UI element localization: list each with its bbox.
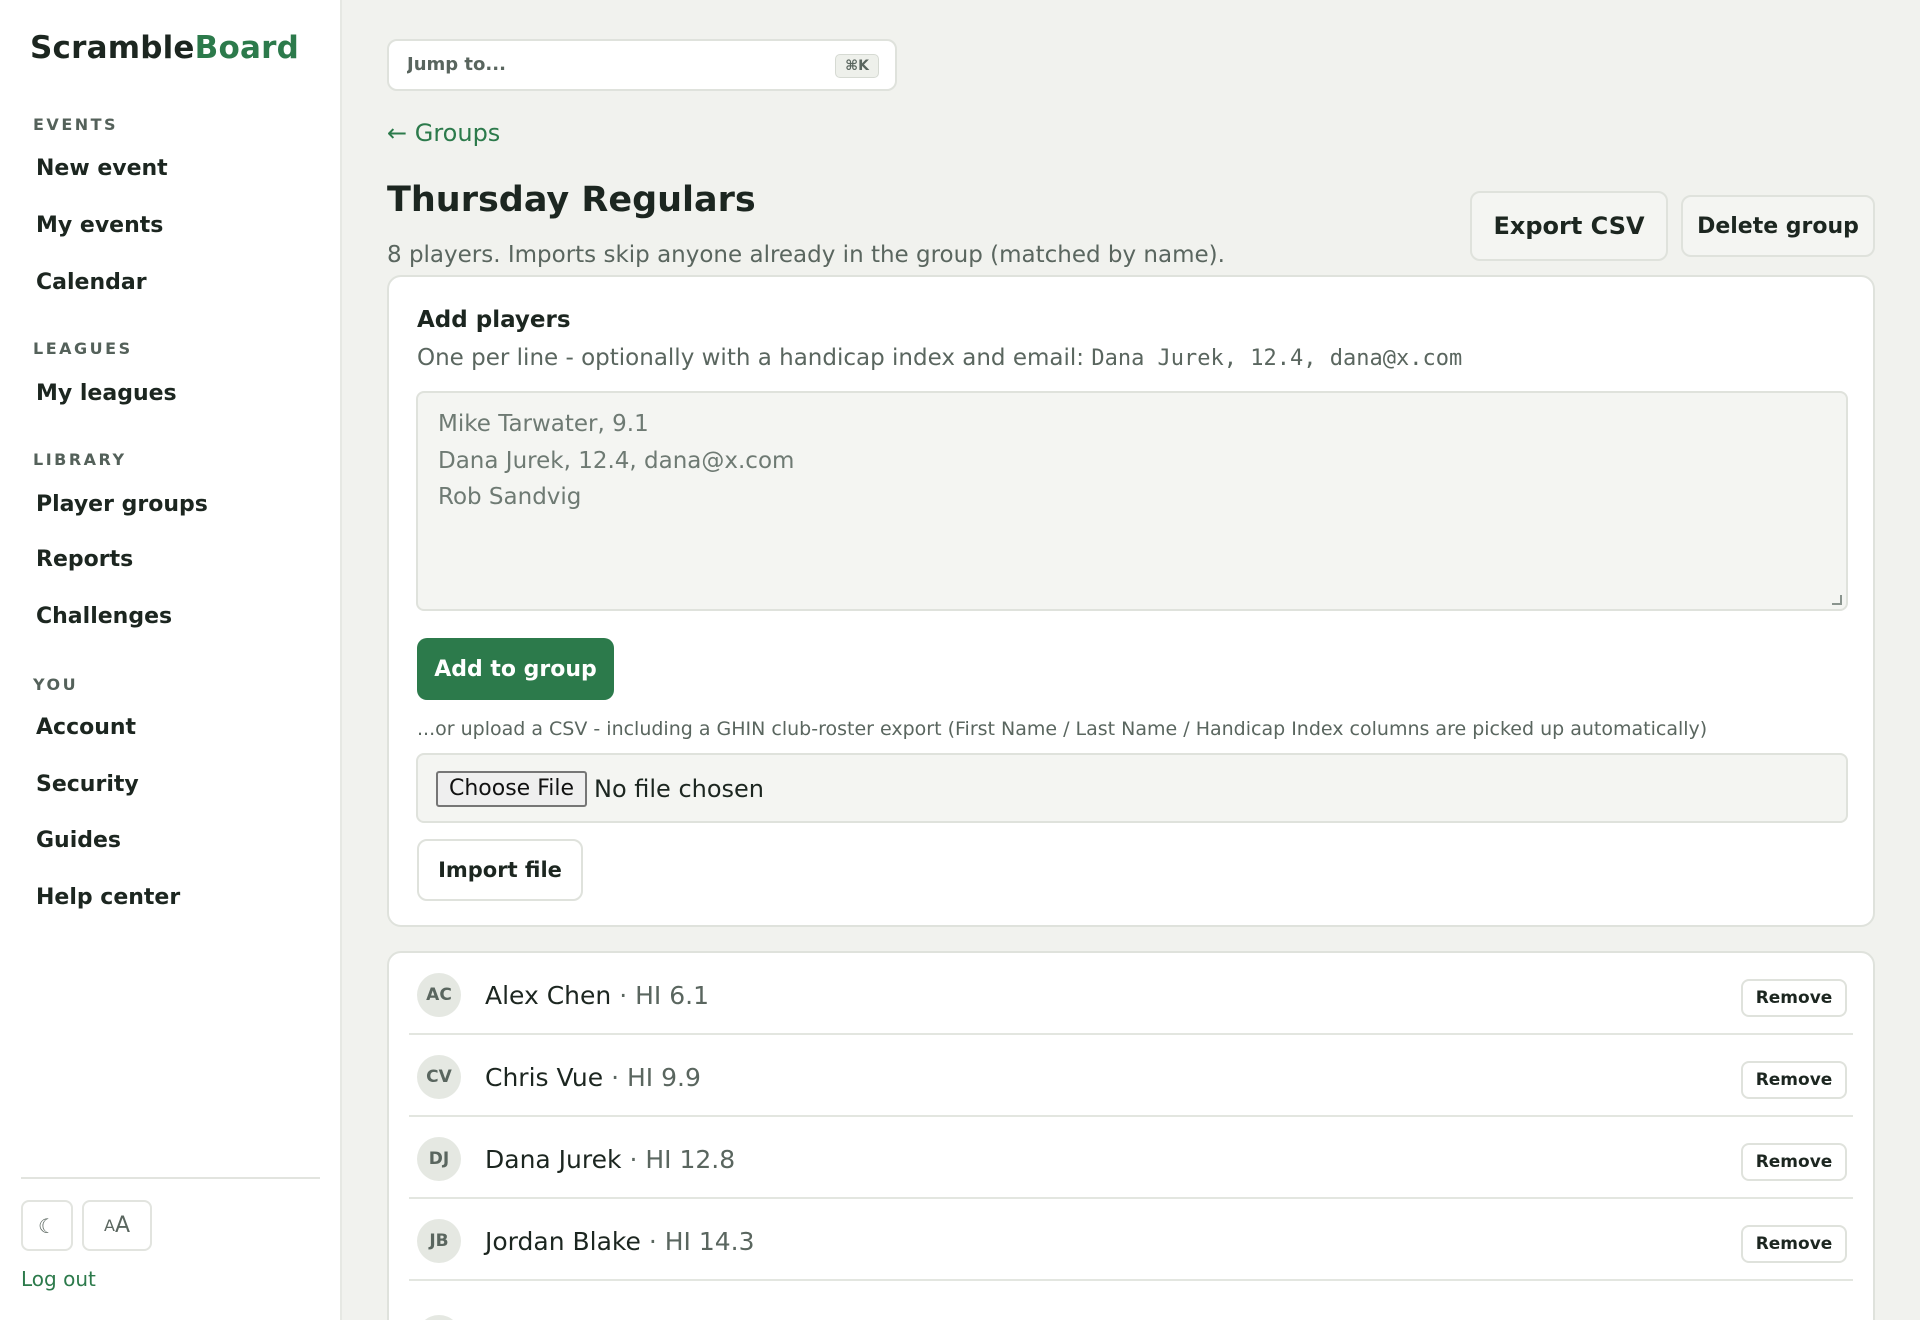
- player-row: JB Jordan Blake · HI 14.3 Remove: [409, 1199, 1853, 1281]
- player-name-text: Dana Jurek: [485, 1145, 622, 1174]
- export-csv-button[interactable]: Export CSV: [1470, 191, 1668, 261]
- file-status: No file chosen: [594, 775, 765, 803]
- search-input[interactable]: [407, 54, 787, 75]
- help-text: One per line - optionally with a handica…: [417, 345, 1092, 371]
- player-list-card: AC Alex Chen · HI 6.1 Remove CV Chris Vu…: [387, 951, 1875, 1320]
- delete-group-button[interactable]: Delete group: [1681, 195, 1875, 257]
- player-handicap: · HI 14.3: [648, 1227, 755, 1256]
- sidebar-item-challenges[interactable]: Challenges: [36, 604, 172, 629]
- avatar: CV: [417, 1055, 461, 1099]
- sidebar: ScrambleBoard EVENTS New event My events…: [0, 0, 342, 1320]
- textarea-placeholder-line: Dana Jurek, 12.4, dana@x.com: [438, 448, 795, 474]
- add-players-help: One per line - optionally with a handica…: [417, 345, 1462, 371]
- sidebar-item-my-leagues[interactable]: My leagues: [36, 381, 177, 406]
- sidebar-item-account[interactable]: Account: [36, 715, 136, 740]
- help-example: Dana Jurek, 12.4, dana@x.com: [1091, 346, 1463, 371]
- textarea-placeholder-line: Rob Sandvig: [438, 484, 582, 510]
- player-name: Chris Vue · HI 9.9: [485, 1063, 701, 1092]
- brand-part-2: Board: [194, 30, 299, 66]
- avatar: AC: [417, 973, 461, 1017]
- shortcut-badge: ⌘K: [835, 54, 879, 78]
- section-label-events: EVENTS: [33, 115, 119, 134]
- remove-player-button[interactable]: Remove: [1741, 1143, 1847, 1181]
- text-size-small-icon: A: [103, 1216, 115, 1235]
- remove-player-button[interactable]: Remove: [1741, 1225, 1847, 1263]
- moon-icon: ☾: [38, 1213, 56, 1238]
- player-row: DJ Dana Jurek · HI 12.8 Remove: [409, 1117, 1853, 1199]
- page-title: Thursday Regulars: [387, 180, 756, 220]
- file-input[interactable]: Choose File No file chosen: [416, 753, 1848, 823]
- player-name-text: Alex Chen: [485, 981, 612, 1010]
- player-row: CV Chris Vue · HI 9.9 Remove: [409, 1035, 1853, 1117]
- text-size-large-icon: A: [114, 1213, 130, 1238]
- player-name-text: Chris Vue: [485, 1063, 604, 1092]
- player-name: Dana Jurek · HI 12.8: [485, 1145, 735, 1174]
- remove-player-button[interactable]: Remove: [1741, 1061, 1847, 1099]
- import-file-button[interactable]: Import file: [417, 839, 583, 901]
- avatar: DJ: [417, 1137, 461, 1181]
- brand-part-1: Scramble: [30, 30, 195, 66]
- group-summary: 8 players. Imports skip anyone already i…: [387, 242, 1225, 268]
- resize-handle-icon[interactable]: [1832, 595, 1842, 605]
- sidebar-item-new-event[interactable]: New event: [36, 156, 168, 181]
- player-row: AC Alex Chen · HI 6.1 Remove: [409, 953, 1853, 1035]
- sidebar-item-reports[interactable]: Reports: [36, 547, 133, 572]
- textarea-placeholder-line: Mike Tarwater, 9.1: [438, 411, 649, 437]
- avatar: JB: [417, 1219, 461, 1263]
- choose-file-button[interactable]: Choose File: [436, 771, 588, 807]
- player-handicap: · HI 6.1: [619, 981, 709, 1010]
- back-to-groups-link[interactable]: ← Groups: [387, 119, 500, 147]
- remove-player-button[interactable]: Remove: [1741, 979, 1847, 1017]
- jump-to-search[interactable]: ⌘K: [387, 39, 897, 91]
- sidebar-item-guides[interactable]: Guides: [36, 828, 121, 853]
- player-name: Alex Chen · HI 6.1: [485, 981, 709, 1010]
- sidebar-item-player-groups[interactable]: Player groups: [36, 492, 208, 517]
- player-name-text: Jordan Blake: [485, 1227, 641, 1256]
- add-players-title: Add players: [417, 307, 571, 333]
- brand-logo[interactable]: ScrambleBoard: [30, 30, 299, 66]
- sidebar-item-my-events[interactable]: My events: [36, 213, 163, 238]
- player-name: Jordan Blake · HI 14.3: [485, 1227, 755, 1256]
- players-textarea[interactable]: Mike Tarwater, 9.1 Dana Jurek, 12.4, dan…: [416, 391, 1848, 611]
- theme-toggle-button[interactable]: ☾: [21, 1200, 73, 1251]
- sidebar-item-help-center[interactable]: Help center: [36, 885, 180, 910]
- section-label-library: LIBRARY: [33, 450, 127, 469]
- text-size-button[interactable]: AA: [82, 1200, 152, 1251]
- sidebar-item-calendar[interactable]: Calendar: [36, 270, 147, 295]
- sidebar-item-security[interactable]: Security: [36, 772, 139, 797]
- logout-link[interactable]: Log out: [21, 1267, 96, 1291]
- sidebar-divider: [21, 1177, 320, 1179]
- add-to-group-button[interactable]: Add to group: [417, 638, 614, 700]
- avatar: [417, 1315, 461, 1320]
- player-handicap: · HI 9.9: [611, 1063, 701, 1092]
- section-label-you: YOU: [33, 675, 79, 694]
- add-players-card: Add players One per line - optionally wi…: [387, 275, 1875, 927]
- upload-note: ...or upload a CSV - including a GHIN cl…: [417, 718, 1708, 740]
- player-handicap: · HI 12.8: [629, 1145, 736, 1174]
- section-label-leagues: LEAGUES: [33, 339, 133, 358]
